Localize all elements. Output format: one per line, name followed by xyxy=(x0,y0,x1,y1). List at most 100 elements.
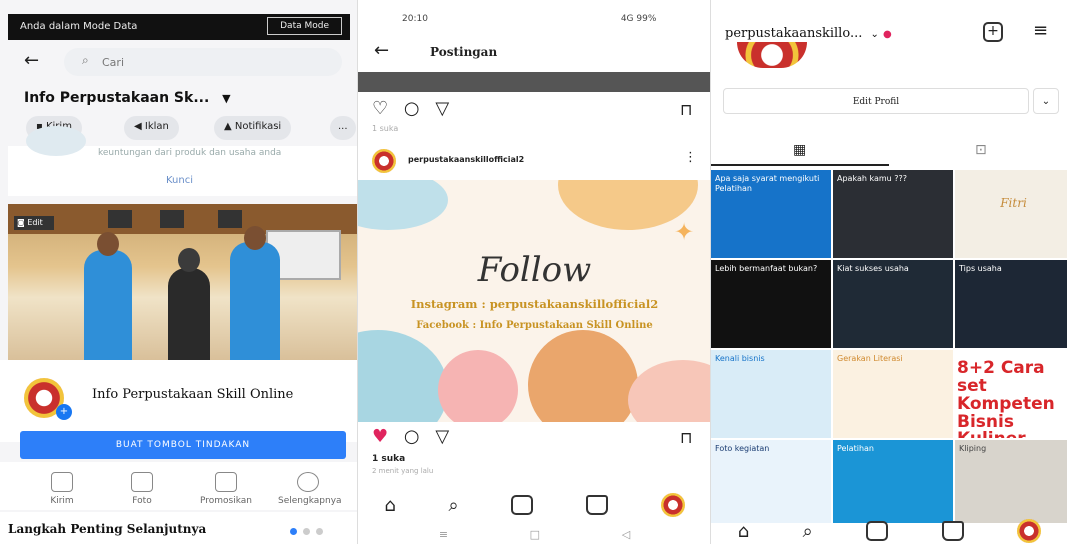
camera-edit-button[interactable]: ◙ Edit xyxy=(14,216,54,230)
post-tile[interactable]: Apakah kamu ??? xyxy=(833,170,953,258)
post-image[interactable]: ✦ Follow Instagram : perpustakaanskillof… xyxy=(358,180,710,422)
next-steps-title: Langkah Penting Selanjutnya xyxy=(8,522,207,536)
person-photo xyxy=(230,242,280,360)
back-arrow-icon[interactable]: ← xyxy=(374,40,389,61)
profile-avatar-icon[interactable] xyxy=(660,493,685,517)
tile-text: Apakah kamu ??? xyxy=(837,174,907,183)
post-tile[interactable]: Tips usaha xyxy=(955,260,1067,348)
wall-frame xyxy=(160,210,184,228)
shop-icon[interactable] xyxy=(585,495,608,515)
data-mode-text: Anda dalam Mode Data xyxy=(20,21,138,32)
create-action-button[interactable]: BUAT TOMBOL TINDAKAN xyxy=(20,431,346,459)
chip-more[interactable]: ... xyxy=(330,116,356,140)
reels-icon[interactable] xyxy=(866,521,889,541)
new-post-icon[interactable]: + xyxy=(983,22,1003,42)
more-options-icon[interactable]: ⋮ xyxy=(684,150,697,165)
action-label: Selengkapnya xyxy=(278,496,342,506)
post-tile[interactable]: Kenali bisnis xyxy=(711,350,831,438)
tile-text: Apa saja syarat mengikuti Pelatihan xyxy=(715,174,820,194)
tile-text: Tips usaha xyxy=(959,264,1002,273)
menu-icon[interactable]: ≡ xyxy=(1033,20,1048,41)
reels-icon[interactable] xyxy=(511,495,534,515)
action-promosikan[interactable]: Promosikan xyxy=(196,472,256,506)
share-icon[interactable]: ▽ xyxy=(435,98,449,119)
home-icon[interactable]: ⌂ xyxy=(738,521,749,542)
shop-icon[interactable] xyxy=(941,521,964,541)
profile-avatar[interactable] xyxy=(737,42,807,68)
chip-iklan[interactable]: ◀ Iklan xyxy=(124,116,179,140)
account-name[interactable]: perpustakaanskillofficial2 xyxy=(408,155,524,164)
megaphone-icon xyxy=(215,472,237,492)
account-avatar[interactable] xyxy=(372,149,396,173)
tile-text: Fitri xyxy=(1000,196,1027,210)
card-link[interactable]: Kunci xyxy=(166,175,193,186)
comment-icon[interactable]: ○ xyxy=(404,98,420,119)
edit-profile-button[interactable]: Edit Profil xyxy=(723,88,1029,114)
person-head xyxy=(244,226,266,250)
tile-text: Kliping xyxy=(959,444,987,453)
tile-text: Gerakan Literasi xyxy=(837,354,903,363)
chip-notifikasi[interactable]: ▲ Notifikasi xyxy=(214,116,292,140)
comment-icon[interactable]: ○ xyxy=(404,426,420,447)
profile-avatar-icon[interactable] xyxy=(1017,519,1042,543)
action-label: Promosikan xyxy=(199,496,252,506)
status-time: 20:10 xyxy=(402,14,428,24)
data-mode-banner: Anda dalam Mode Data Data Mode xyxy=(8,14,350,40)
post-tile[interactable]: Apa saja syarat mengikuti Pelatihan xyxy=(711,170,831,258)
decor-blob xyxy=(528,330,638,422)
facebook-page-line: Facebook : Info Perpustakaan Skill Onlin… xyxy=(416,320,653,331)
bottom-navigation: ⌂ ⌕ xyxy=(711,518,1067,544)
post-tile[interactable]: Pelatihan xyxy=(833,440,953,523)
action-foto[interactable]: Foto xyxy=(112,472,172,506)
home-icon[interactable]: ⌂ xyxy=(384,495,395,516)
profile-username-text: perpustakaanskillo... xyxy=(725,26,863,41)
camera-badge-icon[interactable]: + xyxy=(56,404,72,420)
search-icon[interactable]: ⌕ xyxy=(803,521,813,542)
chip-label: ... xyxy=(338,121,348,132)
pager-dots xyxy=(290,528,323,535)
post-tile[interactable]: Kliping xyxy=(955,440,1067,523)
suggested-dropdown-icon[interactable]: ⌄ xyxy=(1033,88,1059,114)
action-label: Foto xyxy=(132,496,152,506)
share-icon[interactable]: ▽ xyxy=(435,426,449,447)
heart-outline-icon[interactable]: ♡ xyxy=(372,98,388,119)
action-kirim[interactable]: Kirim xyxy=(32,472,92,506)
data-mode-button[interactable]: Data Mode xyxy=(267,17,342,35)
search-input[interactable]: ⌕ Cari xyxy=(64,48,342,76)
tagged-tab-icon[interactable]: ⊡ xyxy=(975,142,987,158)
action-selengkapnya[interactable]: Selengkapnya xyxy=(278,472,342,506)
post-tile[interactable]: Gerakan Literasi xyxy=(833,350,953,438)
more-icon xyxy=(297,472,319,492)
status-right: 4G 99% xyxy=(620,14,657,24)
page-name: Info Perpustakaan Skill Online xyxy=(92,387,294,402)
search-icon[interactable]: ⌕ xyxy=(448,495,458,516)
search-icon: ⌕ xyxy=(82,53,89,67)
post-tile[interactable]: 8+2 Cara set Kompeten Bisnis Kuliner xyxy=(955,350,1067,438)
post-tile[interactable]: Foto kegiatan xyxy=(711,440,831,523)
bookmark-icon[interactable]: ⊓ xyxy=(680,100,692,119)
home-button-icon[interactable]: □ xyxy=(530,528,540,541)
tile-text: Kenali bisnis xyxy=(715,354,765,363)
back-button-icon[interactable]: ◁ xyxy=(622,528,630,541)
instagram-post-screen: 20:10 4G 99% ← Postingan ♡ ○ ▽ ⊓ 1 suka … xyxy=(357,0,710,544)
cover-photo[interactable]: ◙ Edit xyxy=(8,204,357,360)
heart-filled-icon[interactable]: ♥ xyxy=(372,426,388,447)
post-tile[interactable]: Kiat sukses usaha xyxy=(833,260,953,348)
chevron-down-icon[interactable]: ▼ xyxy=(222,92,230,105)
header-title: Postingan xyxy=(430,45,498,59)
faded-card: keuntungan dari produk dan usaha anda Ku… xyxy=(8,126,357,196)
recents-icon[interactable]: ≡ xyxy=(439,528,448,541)
chevron-down-icon[interactable]: ⌄ xyxy=(870,29,878,40)
post-likes: 1 suka xyxy=(372,454,406,464)
bookmark-icon[interactable]: ⊓ xyxy=(680,428,692,447)
profile-username[interactable]: perpustakaanskillo... ⌄ ● xyxy=(725,26,892,41)
status-bar: 20:10 4G 99% xyxy=(402,14,656,24)
chip-label: Iklan xyxy=(144,121,169,132)
back-arrow-icon[interactable]: ← xyxy=(24,50,39,71)
bottom-navigation: ⌂ ⌕ xyxy=(358,490,710,520)
post-tile[interactable]: Fitri xyxy=(955,170,1067,258)
page-title[interactable]: Info Perpustakaan Sk... ▼ xyxy=(24,90,231,106)
post-tile[interactable]: Lebih bermanfaat bukan? xyxy=(711,260,831,348)
pager-dot xyxy=(303,528,310,535)
grid-tab-icon[interactable]: ▦ xyxy=(793,142,806,158)
